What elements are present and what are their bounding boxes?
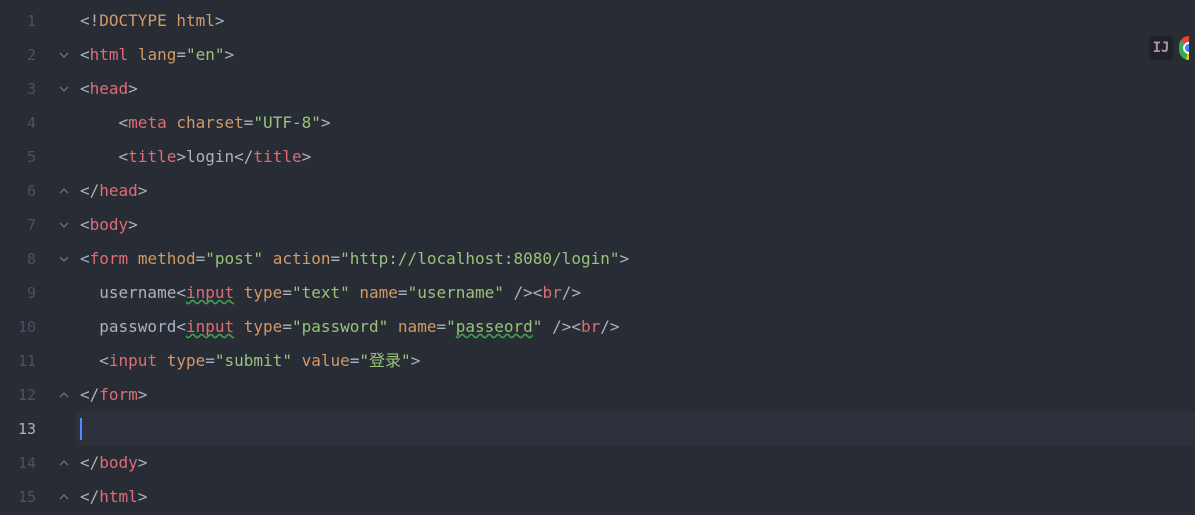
code-line[interactable]: username<input type="text" name="usernam…: [76, 276, 1195, 310]
line-number[interactable]: 14: [0, 446, 54, 480]
line-number[interactable]: 1: [0, 4, 54, 38]
editor-toolbar: IJ: [1149, 36, 1189, 60]
code-line[interactable]: <form method="post" action="http://local…: [76, 242, 1195, 276]
intellij-icon[interactable]: IJ: [1149, 36, 1173, 60]
line-number[interactable]: 2: [0, 38, 54, 72]
code-line[interactable]: </html>: [76, 480, 1195, 514]
line-number[interactable]: 10: [0, 310, 54, 344]
fold-open-icon[interactable]: [57, 252, 71, 266]
code-line[interactable]: [76, 412, 1195, 446]
code-line[interactable]: </head>: [76, 174, 1195, 208]
code-line[interactable]: <title>login</title>: [76, 140, 1195, 174]
fold-close-icon[interactable]: [57, 456, 71, 470]
fold-close-icon[interactable]: [57, 388, 71, 402]
code-line[interactable]: <!DOCTYPE html>: [76, 4, 1195, 38]
code-line[interactable]: </form>: [76, 378, 1195, 412]
fold-close-icon[interactable]: [57, 184, 71, 198]
line-number[interactable]: 11: [0, 344, 54, 378]
fold-close-icon[interactable]: [57, 490, 71, 504]
chrome-icon[interactable]: [1179, 36, 1189, 60]
text-cursor: [80, 418, 82, 440]
line-number[interactable]: 6: [0, 174, 54, 208]
code-line[interactable]: <meta charset="UTF-8">: [76, 106, 1195, 140]
line-number-gutter: 123456789101112131415: [0, 0, 54, 515]
line-number[interactable]: 8: [0, 242, 54, 276]
fold-open-icon[interactable]: [57, 48, 71, 62]
code-line[interactable]: <body>: [76, 208, 1195, 242]
line-number[interactable]: 15: [0, 480, 54, 514]
line-number[interactable]: 12: [0, 378, 54, 412]
code-editor[interactable]: 123456789101112131415 <!DOCTYPE html><ht…: [0, 0, 1195, 515]
line-number[interactable]: 3: [0, 72, 54, 106]
code-line[interactable]: <head>: [76, 72, 1195, 106]
code-area[interactable]: <!DOCTYPE html><html lang="en"><head> <m…: [76, 0, 1195, 515]
code-line[interactable]: </body>: [76, 446, 1195, 480]
line-number[interactable]: 5: [0, 140, 54, 174]
line-number[interactable]: 7: [0, 208, 54, 242]
fold-open-icon[interactable]: [57, 218, 71, 232]
line-number[interactable]: 4: [0, 106, 54, 140]
fold-open-icon[interactable]: [57, 82, 71, 96]
line-number[interactable]: 13: [0, 412, 54, 446]
line-number[interactable]: 9: [0, 276, 54, 310]
code-line[interactable]: <input type="submit" value="登录">: [76, 344, 1195, 378]
code-line[interactable]: <html lang="en">: [76, 38, 1195, 72]
fold-gutter: [54, 0, 76, 515]
code-line[interactable]: password<input type="password" name="pas…: [76, 310, 1195, 344]
